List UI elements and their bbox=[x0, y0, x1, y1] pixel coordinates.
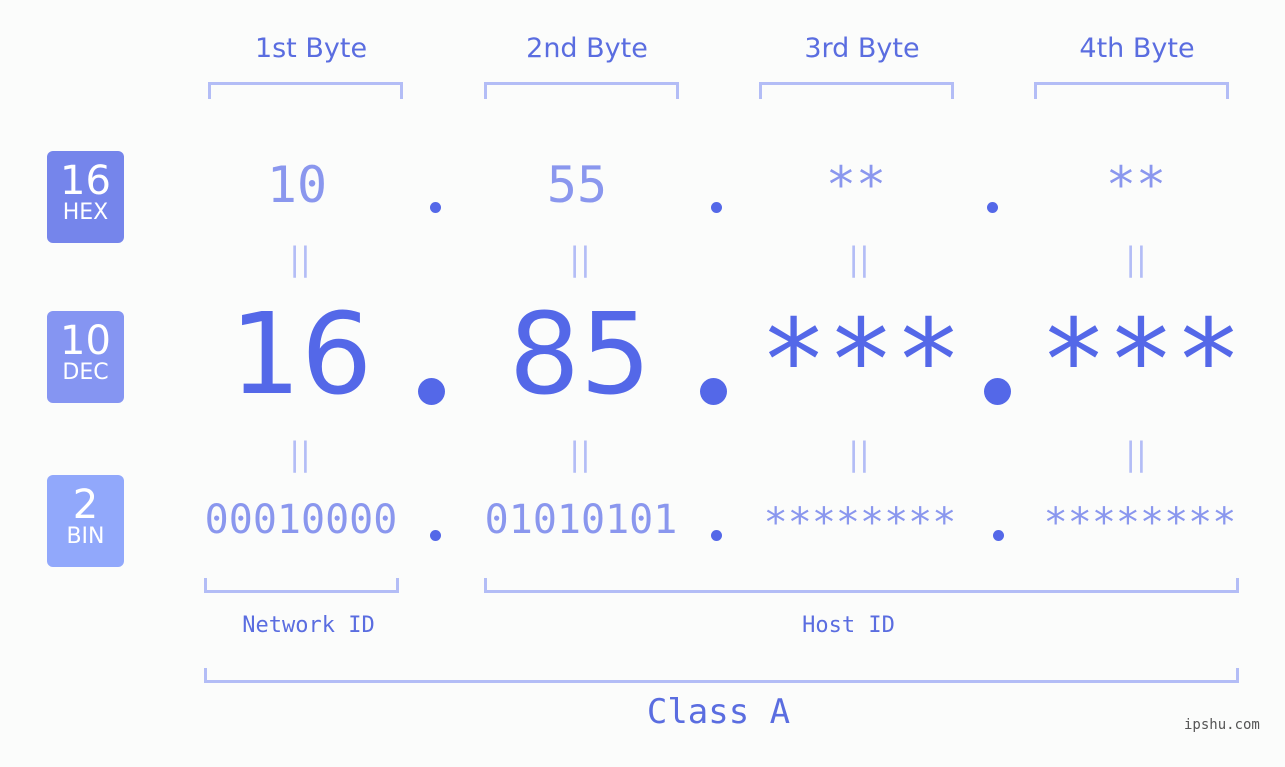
equals-dec-bin-3: || bbox=[848, 435, 870, 473]
byte-bracket-2 bbox=[484, 82, 679, 99]
dec-dot-1 bbox=[418, 378, 445, 405]
equals-hex-dec-3: || bbox=[848, 240, 870, 278]
hex-value-1: 10 bbox=[266, 156, 328, 214]
watermark: ipshu.com bbox=[1184, 717, 1260, 733]
hex-value-2: 55 bbox=[546, 156, 608, 214]
host-id-bracket bbox=[484, 578, 1239, 593]
equals-hex-dec-2: || bbox=[569, 240, 591, 278]
byte-bracket-3 bbox=[759, 82, 954, 99]
byte-header-3: 3rd Byte bbox=[804, 33, 920, 64]
equals-dec-bin-2: || bbox=[569, 435, 591, 473]
class-bracket bbox=[204, 668, 1239, 683]
bin-badge: 2 BIN bbox=[47, 475, 124, 567]
equals-hex-dec-1: || bbox=[289, 240, 311, 278]
hex-base-label: HEX bbox=[62, 200, 109, 225]
bin-value-3: ******** bbox=[763, 500, 957, 546]
dec-badge: 10 DEC bbox=[47, 311, 124, 403]
byte-header-1: 1st Byte bbox=[254, 33, 368, 64]
bin-value-4: ******** bbox=[1043, 500, 1237, 546]
byte-bracket-1 bbox=[208, 82, 403, 99]
dec-value-1: 16 bbox=[229, 290, 373, 420]
dec-value-3: *** bbox=[759, 296, 963, 426]
dec-dot-2 bbox=[700, 378, 727, 405]
hex-value-3: ** bbox=[825, 156, 887, 214]
host-id-label: Host ID bbox=[802, 613, 895, 638]
hex-badge: 16 HEX bbox=[47, 151, 124, 243]
bin-dot-3 bbox=[993, 530, 1004, 541]
class-label: Class A bbox=[646, 692, 791, 732]
dec-dot-3 bbox=[984, 378, 1011, 405]
byte-header-2: 2nd Byte bbox=[526, 33, 648, 64]
equals-dec-bin-1: || bbox=[289, 435, 311, 473]
network-id-bracket bbox=[204, 578, 399, 593]
bin-dot-1 bbox=[430, 530, 441, 541]
hex-value-4: ** bbox=[1105, 156, 1167, 214]
bin-base-label: BIN bbox=[66, 524, 105, 549]
dec-base-label: DEC bbox=[62, 360, 109, 385]
byte-bracket-4 bbox=[1034, 82, 1229, 99]
equals-hex-dec-4: || bbox=[1125, 240, 1147, 278]
hex-dot-1 bbox=[430, 202, 441, 213]
dec-value-4: *** bbox=[1039, 296, 1243, 426]
bin-base-number: 2 bbox=[72, 482, 99, 528]
equals-dec-bin-4: || bbox=[1125, 435, 1147, 473]
dec-base-number: 10 bbox=[60, 318, 111, 364]
hex-dot-3 bbox=[987, 202, 998, 213]
bin-value-2: 01010101 bbox=[484, 497, 678, 543]
byte-header-4: 4th Byte bbox=[1079, 33, 1195, 64]
network-id-label: Network ID bbox=[242, 613, 375, 638]
bin-value-1: 00010000 bbox=[204, 497, 398, 543]
dec-value-2: 85 bbox=[508, 290, 652, 420]
bin-dot-2 bbox=[711, 530, 722, 541]
hex-base-number: 16 bbox=[60, 158, 111, 204]
hex-dot-2 bbox=[711, 202, 722, 213]
